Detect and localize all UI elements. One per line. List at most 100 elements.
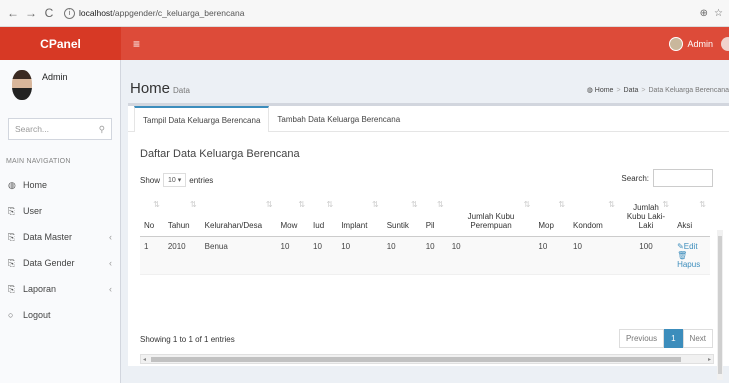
sidebar-search-input[interactable]: Search... ⚲ [8, 118, 112, 140]
page-title: Home Data [130, 80, 190, 97]
scroll-right-icon[interactable]: ▸ [708, 356, 711, 363]
page-subtitle: Data [173, 86, 190, 95]
zoom-icon[interactable]: ⊕ [700, 8, 708, 19]
user-avatar [12, 70, 32, 100]
column-header[interactable]: Jumlah Kubu Perempuan ⇅ [447, 192, 535, 237]
nav-header: MAIN NAVIGATION [6, 158, 71, 165]
tab-tampil-data[interactable]: Tampil Data Keluarga Berencana [134, 106, 270, 132]
edit-link[interactable]: ✎Edit [677, 242, 698, 251]
sidebar-item-home[interactable]: ◍ Home [0, 172, 120, 198]
app-logo[interactable]: CPanel [0, 27, 121, 60]
chevron-left-icon: ‹ [109, 232, 112, 242]
column-header[interactable]: Suntik ⇅ [382, 192, 422, 237]
forward-icon[interactable]: → [24, 6, 38, 20]
sidebar-item-label: Laporan [23, 284, 57, 294]
scroll-left-icon[interactable]: ◂ [143, 356, 146, 363]
table-cell: 100 [618, 236, 674, 275]
url-path: /appgender/c_keluarga_berencana [112, 8, 245, 18]
home-icon: ◍ [586, 87, 593, 94]
chevron-left-icon: ‹ [109, 258, 112, 268]
breadcrumb: ◍ Home > Data > Data Keluarga Berencana [586, 87, 729, 94]
table-cell: 1 [140, 236, 164, 275]
files-icon: ⎘ [8, 231, 16, 242]
sidebar-item-label: User [23, 206, 43, 216]
back-icon[interactable]: ← [6, 6, 20, 20]
table-search: Search: [621, 169, 713, 187]
trash-icon: 🗑 [677, 250, 688, 260]
entries-label: entries [189, 175, 214, 185]
next-button[interactable]: Next [682, 329, 713, 348]
vertical-scrollbar[interactable] [717, 230, 723, 380]
table-cell: Benua [200, 236, 277, 275]
table-cell: 10 [569, 236, 619, 275]
sidebar-item-label: Home [23, 180, 48, 190]
column-header[interactable]: Tahun ⇅ [163, 192, 201, 237]
scroll-thumb[interactable] [718, 236, 722, 374]
column-header[interactable]: Jumlah Kubu Laki-Laki ⇅ [618, 192, 674, 237]
sidebar-item-laporan[interactable]: ⎘ Laporan ‹ [0, 276, 120, 302]
entries-select[interactable]: 10 ▾ [163, 173, 187, 187]
table-cell: 10 [534, 236, 570, 275]
main-header: CPanel ≡ Admin [0, 27, 729, 60]
page-1-button[interactable]: 1 [664, 329, 683, 348]
sidebar-user-name: Admin [42, 72, 68, 82]
box-title: Daftar Data Keluarga Berencana [140, 148, 300, 160]
scroll-thumb[interactable] [151, 357, 681, 362]
column-header[interactable]: Aksi ⇅ [673, 192, 710, 237]
chevron-left-icon: ‹ [109, 284, 112, 294]
address-bar[interactable]: i localhost /appgender/c_keluarga_berenc… [60, 4, 700, 22]
dashboard-icon: ◍ [8, 179, 16, 190]
column-header[interactable]: No ⇅ [140, 192, 164, 237]
browser-toolbar: ← → C i localhost /appgender/c_keluarga_… [0, 0, 729, 27]
header-user-name: Admin [687, 38, 713, 49]
horizontal-scrollbar[interactable]: ◂ ▸ [140, 354, 714, 364]
tab-tambah-data[interactable]: Tambah Data Keluarga Berencana [269, 107, 408, 131]
table-info: Showing 1 to 1 of 1 entries [140, 335, 235, 344]
reload-icon[interactable]: C [42, 6, 56, 20]
previous-button[interactable]: Previous [618, 329, 665, 348]
breadcrumb-current: Data Keluarga Berencana [648, 87, 729, 94]
table-cell: 10 [309, 236, 338, 275]
sidebar-toggle-icon[interactable]: ≡ [133, 37, 140, 51]
avatar [669, 36, 684, 51]
column-header[interactable]: Kelurahan/Desa ⇅ [200, 192, 277, 237]
table-cell: 10 [276, 236, 310, 275]
table-cell: 10 [421, 236, 448, 275]
user-menu[interactable]: Admin [669, 36, 713, 51]
pagination: Previous 1 Next [618, 329, 713, 348]
sidebar-item-label: Data Master [23, 232, 73, 242]
files-icon: ⎘ [8, 205, 16, 216]
table-search-input[interactable] [653, 169, 713, 187]
column-header[interactable]: Iud ⇅ [309, 192, 338, 237]
column-header[interactable]: Implant ⇅ [337, 192, 383, 237]
settings-icon[interactable] [721, 36, 729, 51]
search-icon[interactable]: ⚲ [99, 124, 105, 135]
column-header[interactable]: Mop ⇅ [534, 192, 570, 237]
column-header[interactable]: Mow ⇅ [276, 192, 310, 237]
page-title-text: Home [130, 80, 171, 97]
delete-link[interactable]: 🗑Hapus [677, 251, 700, 269]
sidebar-item-data-master[interactable]: ⎘ Data Master ‹ [0, 224, 120, 250]
table-search-label: Search: [621, 173, 649, 183]
table-cell: 10 [337, 236, 383, 275]
sidebar-item-logout[interactable]: ○ Logout [0, 302, 120, 328]
show-label: Show [140, 175, 161, 185]
sidebar-item-data-gender[interactable]: ⎘ Data Gender ‹ [0, 250, 120, 276]
breadcrumb-home[interactable]: Home [595, 87, 614, 94]
bookmark-star-icon[interactable]: ☆ [714, 8, 723, 19]
table-row: 1 2010 Benua 10 10 10 10 10 10 10 10 100… [140, 236, 710, 275]
sidebar-item-label: Data Gender [23, 258, 75, 268]
table-cell: 2010 [163, 236, 201, 275]
table-cell: 10 [382, 236, 422, 275]
pencil-icon: ✎ [677, 241, 684, 251]
files-icon: ⎘ [8, 283, 16, 294]
data-table: No ⇅ Tahun ⇅ Kelurahan/Desa ⇅ Mow ⇅ Iud ⇅ Imp… [140, 192, 710, 275]
action-cell: ✎Edit 🗑Hapus [673, 236, 710, 275]
url-host: localhost [79, 8, 113, 18]
info-icon[interactable]: i [64, 7, 75, 19]
column-header[interactable]: Kondom ⇅ [569, 192, 619, 237]
sidebar-item-label: Logout [23, 310, 51, 320]
breadcrumb-data[interactable]: Data [624, 87, 639, 94]
column-header[interactable]: Pil ⇅ [421, 192, 448, 237]
sidebar-item-user[interactable]: ⎘ User [0, 198, 120, 224]
